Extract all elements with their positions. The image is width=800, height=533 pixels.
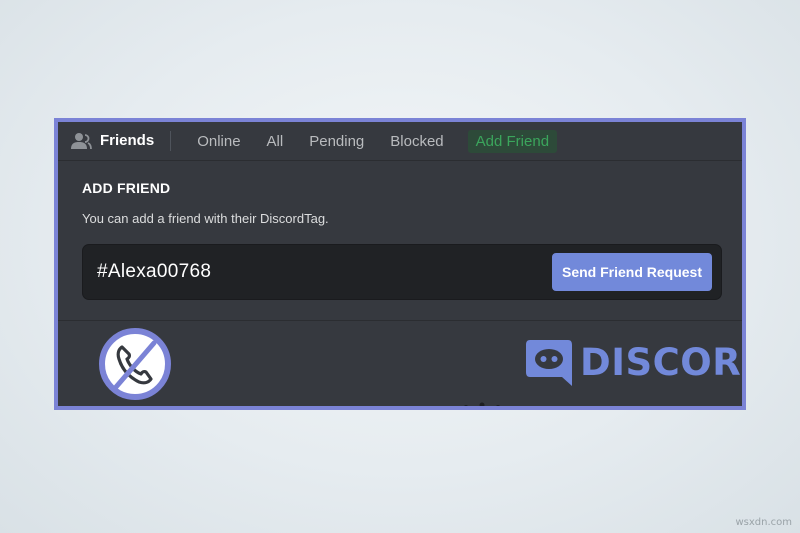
discord-logo-text: DISCORD	[580, 340, 742, 384]
tab-add-friend[interactable]: Add Friend	[467, 129, 558, 153]
friends-icon	[70, 132, 92, 150]
tab-pending[interactable]: Pending	[309, 131, 364, 152]
send-friend-request-button[interactable]: Send Friend Request	[552, 253, 712, 291]
watermark: wsxdn.com	[735, 517, 792, 528]
discord-add-friend-panel: Friends Online All Pending Blocked Add F…	[54, 118, 746, 410]
discord-logo: DISCORD	[524, 336, 742, 388]
friends-title: Friends	[100, 131, 172, 151]
decorative-dots	[464, 402, 500, 406]
friends-topbar: Friends Online All Pending Blocked Add F…	[58, 122, 742, 161]
add-friend-description: You can add a friend with their DiscordT…	[82, 211, 329, 226]
discordtag-input[interactable]: #Alexa00768 Send Friend Request	[82, 244, 722, 300]
no-call-icon	[99, 328, 171, 400]
tab-online[interactable]: Online	[197, 131, 240, 152]
tab-blocked[interactable]: Blocked	[390, 131, 443, 152]
divider	[58, 320, 742, 321]
discord-logo-icon	[526, 340, 572, 386]
tab-all[interactable]: All	[267, 131, 284, 152]
discordtag-input-value[interactable]: #Alexa00768	[97, 245, 211, 299]
add-friend-heading: ADD FRIEND	[82, 180, 171, 196]
